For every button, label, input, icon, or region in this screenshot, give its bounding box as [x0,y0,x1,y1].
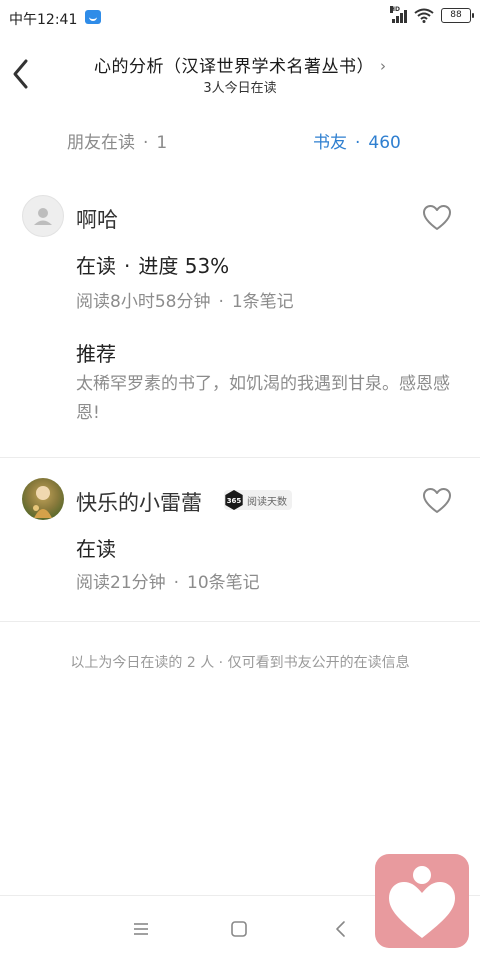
reading-status: 在读 [76,533,116,562]
username[interactable]: 啊哈 [76,204,118,234]
badge-label: 阅读天数 [247,496,287,508]
divider [0,457,480,458]
tab-separator: · [355,133,361,153]
progress-label: 进度 53% [138,254,230,278]
menu-icon [134,923,148,935]
divider [0,621,480,622]
book-title-link[interactable]: 心的分析（汉译世界学术名著丛书） › [60,52,420,77]
reading-meta: 阅读8小时58分钟 · 1条笔记 [76,287,294,312]
tab-bookfriends-count: 460 [368,133,401,153]
status-separator: · [124,254,131,278]
signal-icon: HD [390,5,407,23]
avatar[interactable] [22,478,64,520]
recommend-heading: 推荐 [76,342,116,366]
user-photo-icon [33,486,52,518]
battery-icon: 88 [441,8,474,23]
badge-number: 365 [227,497,242,505]
tab-friends-label: 朋友在读 [67,133,135,153]
tab-friends-reading[interactable]: 朋友在读 · 1 [67,128,167,153]
reader-entry[interactable]: 快乐的小雷蕾 365 阅读天数 在读 阅读21分钟 · 10条笔记 [0,475,480,620]
like-button[interactable] [422,487,452,515]
notes-count[interactable]: 10条笔记 [187,573,260,593]
square-icon [231,921,247,937]
reading-meta: 阅读21分钟 · 10条笔记 [76,568,260,593]
status-icons: HD 88 [390,5,474,23]
floating-app-button[interactable] [375,854,469,948]
status-bar: 中午12:41 HD 88 [0,0,480,36]
hexagon-badge-icon: 365 [225,490,243,510]
book-title: 心的分析（汉译世界学术名著丛书） [94,57,374,77]
tab-bookfriends-label: 书友 [313,133,347,153]
like-button[interactable] [422,204,452,232]
default-user-icon [34,208,52,225]
readers-today-count: 3人今日在读 [203,81,277,96]
footer-note: 以上为今日在读的 2 人 · 仅可看到书友公开的在读信息 [70,655,410,671]
tab-bookfriends[interactable]: 书友 · 460 [313,128,401,153]
tab-separator: · [143,133,149,153]
tab-friends-count: 1 [156,133,168,153]
recent-apps-button[interactable] [130,918,152,940]
reading-days-badge[interactable]: 365 阅读天数 [224,490,292,510]
triangle-back-icon [336,921,345,937]
read-time: 阅读21分钟 [76,573,166,593]
reader-entry[interactable]: 啊哈 在读 · 进度 53% 阅读8小时58分钟 · 1条笔记 推荐 太稀罕罗素的书了，… [0,192,480,456]
read-time: 阅读8小时58分钟 [76,292,211,312]
reading-status: 在读 · 进度 53% [76,250,229,279]
recommend-text: 太稀罕罗素的书了，如饥渴的我遇到甘泉。感恩感恩! [76,374,450,423]
network-type-label: HD [390,5,401,13]
chevron-right-icon: › [380,57,386,75]
meta-separator: · [218,292,224,312]
meta-separator: · [173,573,180,593]
username[interactable]: 快乐的小雷蕾 [76,487,202,517]
heart-person-icon [389,866,455,938]
app-notification-icon [85,10,101,24]
system-back-button[interactable] [330,918,352,940]
wifi-icon [414,8,434,23]
status-label: 在读 [76,537,116,561]
heart-outline-icon [423,205,451,230]
status-time: 中午12:41 [9,12,78,28]
home-button[interactable] [228,918,250,940]
heart-outline-icon [423,488,451,513]
status-label: 在读 [76,254,116,278]
reader-tabs: 朋友在读 · 1 书友 · 460 [0,128,480,153]
notes-count[interactable]: 1条笔记 [232,292,294,312]
avatar[interactable] [22,195,64,237]
